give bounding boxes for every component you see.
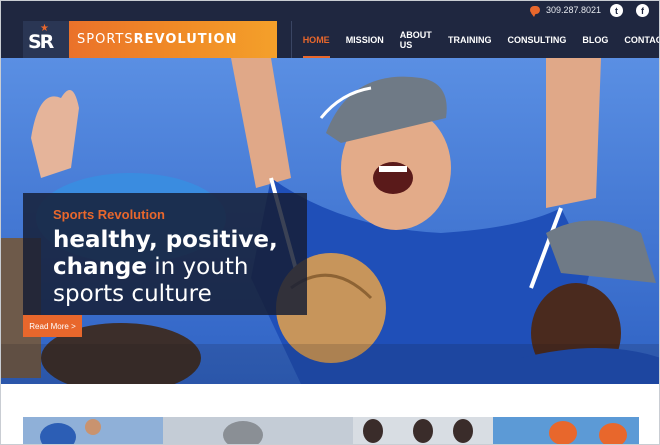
nav-item-consulting[interactable]: CONSULTING: [500, 21, 575, 58]
nav-divider: [291, 21, 292, 58]
hero-kicker: Sports Revolution: [53, 207, 165, 222]
read-more-button[interactable]: Read More >: [23, 315, 82, 337]
nav-item-about-us[interactable]: ABOUT US: [392, 21, 440, 58]
hero-headline-emphasis: change: [53, 254, 147, 280]
content-section: [1, 384, 659, 444]
phone-contact[interactable]: 309.287.8021: [529, 5, 601, 17]
twitter-icon[interactable]: t: [610, 4, 623, 17]
logo-monogram: SR: [28, 31, 54, 53]
hero-headline-line2: change in youth: [53, 254, 307, 281]
facebook-icon[interactable]: f: [636, 4, 649, 17]
nav-item-training[interactable]: TRAINING: [440, 21, 500, 58]
main-nav: HOME MISSION ABOUT US TRAINING CONSULTIN…: [291, 21, 659, 58]
hero-headline-line3: sports culture: [53, 281, 212, 307]
nav-item-blog[interactable]: BLOG: [574, 21, 616, 58]
phone-number[interactable]: 309.287.8021: [546, 5, 601, 15]
logo-text: SPORTSREVOLUTION: [77, 32, 237, 47]
logo-mark: ★ SR: [23, 21, 69, 58]
nav-item-contact[interactable]: CONTACT: [616, 21, 659, 58]
hero-banner: Sports Revolution healthy, positive, cha…: [1, 58, 659, 384]
feature-thumbnails: [23, 417, 639, 444]
browser-frame: 309.287.8021 t f ★ SR SPORTSREVOLUTION H…: [0, 0, 660, 445]
site-logo[interactable]: ★ SR SPORTSREVOLUTION: [23, 21, 277, 58]
hero-headline-line2-rest: in youth: [146, 254, 249, 280]
hero-headline-line1: healthy, positive,: [53, 227, 278, 253]
site-header: ★ SR SPORTSREVOLUTION HOME MISSION ABOUT…: [1, 21, 659, 58]
hero-text-panel: Sports Revolution healthy, positive, cha…: [23, 193, 307, 315]
logo-text-light: SPORTS: [77, 32, 134, 47]
nav-item-mission[interactable]: MISSION: [338, 21, 392, 58]
logo-text-bold: REVOLUTION: [133, 32, 238, 47]
top-bar: 309.287.8021 t f: [1, 1, 659, 21]
nav-item-home[interactable]: HOME: [295, 21, 338, 58]
chat-bubble-icon: [529, 6, 540, 17]
